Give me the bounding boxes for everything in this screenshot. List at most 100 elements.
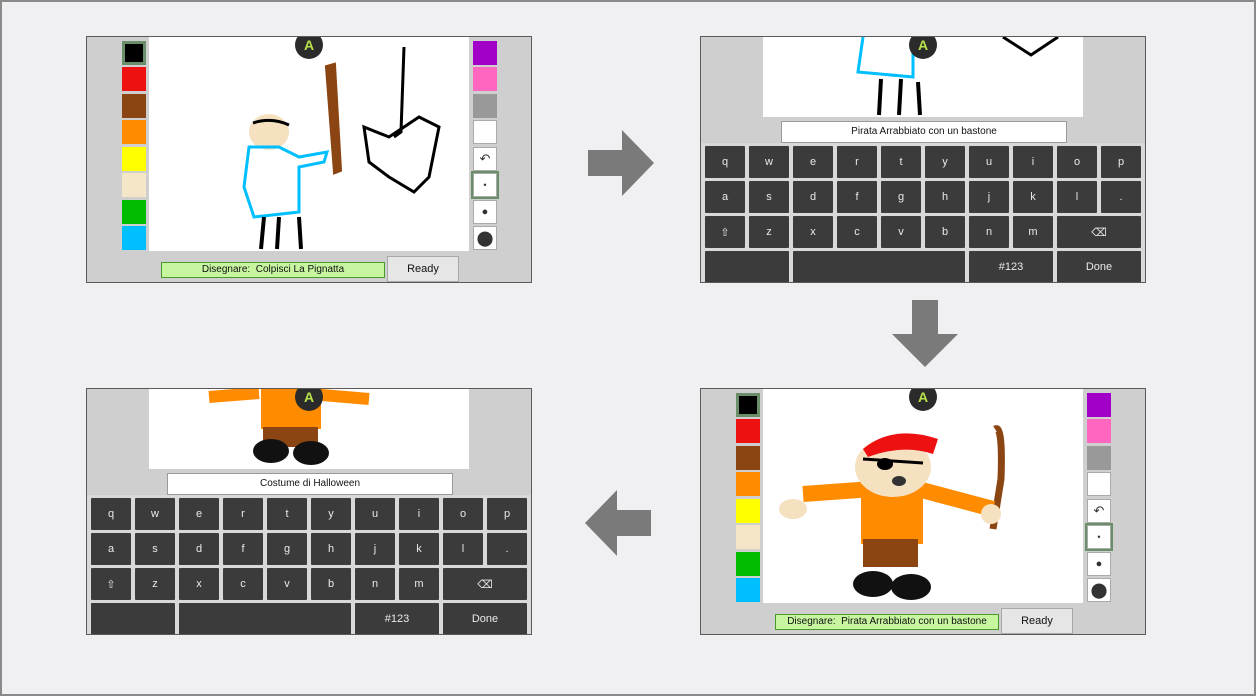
brush-small-icon[interactable]: • <box>1085 523 1113 551</box>
key-f[interactable]: f <box>223 533 263 565</box>
key-a[interactable]: a <box>705 181 745 213</box>
key-k[interactable]: k <box>1013 181 1053 213</box>
color-purple-swatch[interactable] <box>473 41 497 65</box>
color-yellow-swatch[interactable] <box>736 499 760 523</box>
key-t[interactable]: t <box>881 146 921 178</box>
undo-icon[interactable]: ↶ <box>1087 499 1111 523</box>
key-i[interactable]: i <box>399 498 439 530</box>
key-z[interactable]: z <box>749 216 789 248</box>
ready-button[interactable]: Ready <box>1001 608 1073 634</box>
key-s[interactable]: s <box>749 181 789 213</box>
done-key[interactable]: Done <box>1057 251 1141 282</box>
key-b[interactable]: b <box>311 568 351 600</box>
key-y[interactable]: y <box>925 146 965 178</box>
key-h[interactable]: h <box>925 181 965 213</box>
key-e[interactable]: e <box>179 498 219 530</box>
key-p[interactable]: p <box>487 498 527 530</box>
key-r[interactable]: r <box>837 146 877 178</box>
key-w[interactable]: w <box>135 498 175 530</box>
ready-button[interactable]: Ready <box>387 256 459 282</box>
color-orange-swatch[interactable] <box>736 472 760 496</box>
color-black-swatch[interactable] <box>736 393 760 417</box>
key-u[interactable]: u <box>355 498 395 530</box>
key-i[interactable]: i <box>1013 146 1053 178</box>
color-brown-swatch[interactable] <box>122 94 146 118</box>
key-z[interactable]: z <box>135 568 175 600</box>
key-v[interactable]: v <box>881 216 921 248</box>
key-x[interactable]: x <box>793 216 833 248</box>
color-beige-swatch[interactable] <box>122 173 146 197</box>
color-purple-swatch[interactable] <box>1087 393 1111 417</box>
key-x[interactable]: x <box>179 568 219 600</box>
color-pink-swatch[interactable] <box>1087 419 1111 443</box>
key-a[interactable]: a <box>91 533 131 565</box>
key-s[interactable]: s <box>135 533 175 565</box>
key-y[interactable]: y <box>311 498 351 530</box>
color-beige-swatch[interactable] <box>736 525 760 549</box>
key-b[interactable]: b <box>925 216 965 248</box>
key-e[interactable]: e <box>793 146 833 178</box>
key-l[interactable]: l <box>1057 181 1097 213</box>
title-input[interactable]: Pirata Arrabbiato con un bastone <box>781 121 1067 143</box>
color-red-swatch[interactable] <box>736 419 760 443</box>
key-j[interactable]: j <box>355 533 395 565</box>
key-period[interactable]: . <box>487 533 527 565</box>
brush-medium-icon[interactable]: ● <box>473 200 497 224</box>
color-black-swatch[interactable] <box>122 41 146 65</box>
brush-large-icon[interactable]: ⬤ <box>473 226 497 250</box>
numbers-key[interactable]: #123 <box>355 603 439 634</box>
key-d[interactable]: d <box>179 533 219 565</box>
color-gray-swatch[interactable] <box>473 94 497 118</box>
key-q[interactable]: q <box>705 146 745 178</box>
brush-medium-icon[interactable]: ● <box>1087 552 1111 576</box>
shift-key-icon[interactable]: ⇧ <box>705 216 745 248</box>
key-n[interactable]: n <box>355 568 395 600</box>
key-p[interactable]: p <box>1101 146 1141 178</box>
key-o[interactable]: o <box>443 498 483 530</box>
color-cyan-swatch[interactable] <box>736 578 760 602</box>
key-l[interactable]: l <box>443 533 483 565</box>
drawing-canvas[interactable] <box>149 37 469 251</box>
space-key[interactable] <box>179 603 351 634</box>
title-input[interactable]: Costume di Halloween <box>167 473 453 495</box>
color-pink-swatch[interactable] <box>473 67 497 91</box>
shift-key-icon[interactable]: ⇧ <box>91 568 131 600</box>
key-f[interactable]: f <box>837 181 877 213</box>
key-j[interactable]: j <box>969 181 1009 213</box>
color-green-swatch[interactable] <box>122 200 146 224</box>
backspace-key-icon[interactable]: ⌫ <box>1057 216 1141 248</box>
space-key[interactable] <box>793 251 965 282</box>
color-gray-swatch[interactable] <box>1087 446 1111 470</box>
backspace-key-icon[interactable]: ⌫ <box>443 568 527 600</box>
key-c[interactable]: c <box>223 568 263 600</box>
color-white-swatch[interactable] <box>1087 472 1111 496</box>
color-white-swatch[interactable] <box>473 120 497 144</box>
emoji-key[interactable] <box>705 251 789 282</box>
brush-large-icon[interactable]: ⬤ <box>1087 578 1111 602</box>
emoji-key[interactable] <box>91 603 175 634</box>
brush-small-icon[interactable]: • <box>471 171 499 199</box>
key-u[interactable]: u <box>969 146 1009 178</box>
key-m[interactable]: m <box>399 568 439 600</box>
key-r[interactable]: r <box>223 498 263 530</box>
color-red-swatch[interactable] <box>122 67 146 91</box>
drawing-canvas[interactable] <box>763 389 1083 603</box>
key-period[interactable]: . <box>1101 181 1141 213</box>
key-h[interactable]: h <box>311 533 351 565</box>
done-key[interactable]: Done <box>443 603 527 634</box>
key-k[interactable]: k <box>399 533 439 565</box>
key-v[interactable]: v <box>267 568 307 600</box>
key-g[interactable]: g <box>267 533 307 565</box>
key-n[interactable]: n <box>969 216 1009 248</box>
key-c[interactable]: c <box>837 216 877 248</box>
key-t[interactable]: t <box>267 498 307 530</box>
key-g[interactable]: g <box>881 181 921 213</box>
key-d[interactable]: d <box>793 181 833 213</box>
key-m[interactable]: m <box>1013 216 1053 248</box>
color-brown-swatch[interactable] <box>736 446 760 470</box>
color-orange-swatch[interactable] <box>122 120 146 144</box>
key-o[interactable]: o <box>1057 146 1097 178</box>
undo-icon[interactable]: ↶ <box>473 147 497 171</box>
key-w[interactable]: w <box>749 146 789 178</box>
numbers-key[interactable]: #123 <box>969 251 1053 282</box>
